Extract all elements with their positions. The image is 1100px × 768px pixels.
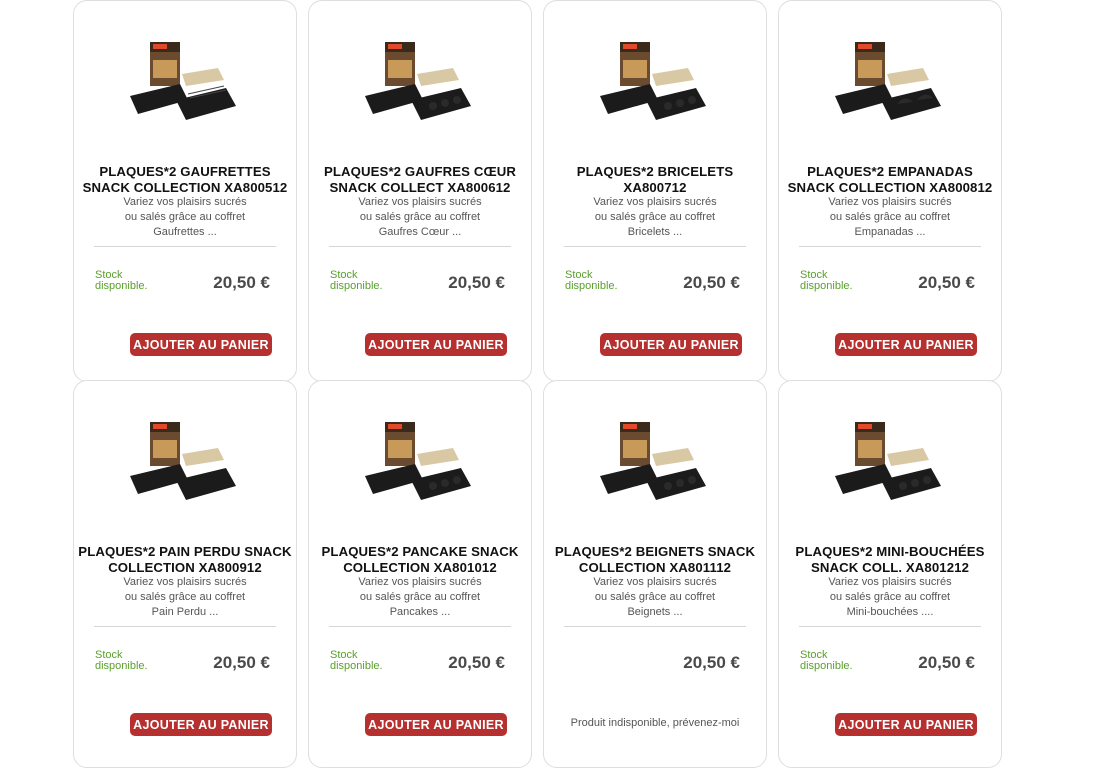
product-grid: PLAQUES*2 GAUFRETTES SNACK COLLECTION XA… xyxy=(73,0,1002,768)
product-card[interactable]: PLAQUES*2 PAIN PERDU SNACK COLLECTION XA… xyxy=(73,380,297,768)
product-image[interactable] xyxy=(309,29,531,139)
description-line: Pancakes ... xyxy=(389,606,451,618)
stock-status: Stock disponible. xyxy=(95,269,148,292)
product-description: Variez vos plaisirs sucrés ou salés grâce… xyxy=(329,575,511,627)
stock-status: Stock disponible. xyxy=(800,649,853,672)
product-description: Variez vos plaisirs sucrés ou salés grâce… xyxy=(799,195,981,247)
product-description: Variez vos plaisirs sucrés ou salés grâce… xyxy=(329,195,511,247)
product-title[interactable]: PLAQUES*2 GAUFRETTES SNACK COLLECTION XA… xyxy=(78,164,292,196)
description-line: Bricelets ... xyxy=(627,226,683,238)
description-line: ou salés grâce au coffret xyxy=(359,591,481,603)
product-image[interactable] xyxy=(544,29,766,139)
add-to-cart-button[interactable]: AJOUTER AU PANIER xyxy=(365,333,507,356)
product-image[interactable] xyxy=(309,409,531,519)
description-line: ou salés grâce au coffret xyxy=(124,211,246,223)
product-description: Variez vos plaisirs sucrés ou salés grâce… xyxy=(564,195,746,247)
product-price: 20,50 € xyxy=(213,273,270,292)
product-image[interactable] xyxy=(544,409,766,519)
product-title[interactable]: PLAQUES*2 PANCAKE SNACK COLLECTION XA801… xyxy=(313,544,527,576)
description-line: Variez vos plaisirs sucrés xyxy=(358,576,482,588)
stock-status: Stock disponible. xyxy=(565,269,618,292)
description-line: ou salés grâce au coffret xyxy=(359,211,481,223)
product-card[interactable]: PLAQUES*2 BRICELETS XA800712 Variez vos p… xyxy=(543,0,767,382)
description-line: Variez vos plaisirs sucrés xyxy=(828,576,952,588)
product-card[interactable]: PLAQUES*2 GAUFRETTES SNACK COLLECTION XA… xyxy=(73,0,297,382)
product-title[interactable]: PLAQUES*2 EMPANADAS SNACK COLLECTION XA8… xyxy=(783,164,997,196)
description-line: Empanadas ... xyxy=(854,226,926,238)
add-to-cart-button[interactable]: AJOUTER AU PANIER xyxy=(130,333,272,356)
description-line: Gaufres Cœur ... xyxy=(378,226,462,238)
stock-status: Stock disponible. xyxy=(330,649,383,672)
product-price: 20,50 € xyxy=(918,273,975,292)
product-image[interactable] xyxy=(779,409,1001,519)
description-line: ou salés grâce au coffret xyxy=(124,591,246,603)
description-line: Variez vos plaisirs sucrés xyxy=(828,196,952,208)
add-to-cart-button[interactable]: AJOUTER AU PANIER xyxy=(365,713,507,736)
product-title[interactable]: PLAQUES*2 BRICELETS XA800712 xyxy=(548,164,762,196)
add-to-cart-button[interactable]: AJOUTER AU PANIER xyxy=(835,713,977,736)
description-line: Variez vos plaisirs sucrés xyxy=(593,196,717,208)
stock-status: Stock disponible. xyxy=(95,649,148,672)
product-price: 20,50 € xyxy=(683,273,740,292)
stock-status: Stock disponible. xyxy=(330,269,383,292)
product-image[interactable] xyxy=(74,29,296,139)
product-price: 20,50 € xyxy=(448,653,505,672)
product-title[interactable]: PLAQUES*2 MINI-BOUCHÉES SNACK COLL. XA80… xyxy=(783,544,997,576)
product-description: Variez vos plaisirs sucrés ou salés grâce… xyxy=(799,575,981,627)
product-card[interactable]: PLAQUES*2 GAUFRES CŒUR SNACK COLLECT XA8… xyxy=(308,0,532,382)
notify-me-link[interactable]: Produit indisponible, prévenez-moi xyxy=(544,717,766,729)
description-line: ou salés grâce au coffret xyxy=(829,211,951,223)
description-line: ou salés grâce au coffret xyxy=(594,591,716,603)
product-title[interactable]: PLAQUES*2 BEIGNETS SNACK COLLECTION XA80… xyxy=(548,544,762,576)
description-line: Gaufrettes ... xyxy=(153,226,217,238)
description-line: Variez vos plaisirs sucrés xyxy=(123,196,247,208)
description-line: Variez vos plaisirs sucrés xyxy=(358,196,482,208)
product-image[interactable] xyxy=(779,29,1001,139)
product-image[interactable] xyxy=(74,409,296,519)
add-to-cart-button[interactable]: AJOUTER AU PANIER xyxy=(600,333,742,356)
description-line: Variez vos plaisirs sucrés xyxy=(123,576,247,588)
add-to-cart-button[interactable]: AJOUTER AU PANIER xyxy=(835,333,977,356)
product-price: 20,50 € xyxy=(918,653,975,672)
product-price: 20,50 € xyxy=(448,273,505,292)
product-title[interactable]: PLAQUES*2 GAUFRES CŒUR SNACK COLLECT XA8… xyxy=(313,164,527,196)
product-card[interactable]: PLAQUES*2 BEIGNETS SNACK COLLECTION XA80… xyxy=(543,380,767,768)
product-price: 20,50 € xyxy=(213,653,270,672)
description-line: Pain Perdu ... xyxy=(151,606,219,618)
product-description: Variez vos plaisirs sucrés ou salés grâce… xyxy=(564,575,746,627)
description-line: Variez vos plaisirs sucrés xyxy=(593,576,717,588)
product-card[interactable]: PLAQUES*2 PANCAKE SNACK COLLECTION XA801… xyxy=(308,380,532,768)
product-card[interactable]: PLAQUES*2 MINI-BOUCHÉES SNACK COLL. XA80… xyxy=(778,380,1002,768)
description-line: ou salés grâce au coffret xyxy=(829,591,951,603)
product-description: Variez vos plaisirs sucrés ou salés grâce… xyxy=(94,575,276,627)
description-line: Mini-bouchées .... xyxy=(846,606,934,618)
product-card[interactable]: PLAQUES*2 EMPANADAS SNACK COLLECTION XA8… xyxy=(778,0,1002,382)
product-description: Variez vos plaisirs sucrés ou salés grâce… xyxy=(94,195,276,247)
description-line: Beignets ... xyxy=(627,606,683,618)
stock-status: Stock disponible. xyxy=(800,269,853,292)
description-line: ou salés grâce au coffret xyxy=(594,211,716,223)
product-title[interactable]: PLAQUES*2 PAIN PERDU SNACK COLLECTION XA… xyxy=(78,544,292,576)
add-to-cart-button[interactable]: AJOUTER AU PANIER xyxy=(130,713,272,736)
product-price: 20,50 € xyxy=(683,653,740,672)
